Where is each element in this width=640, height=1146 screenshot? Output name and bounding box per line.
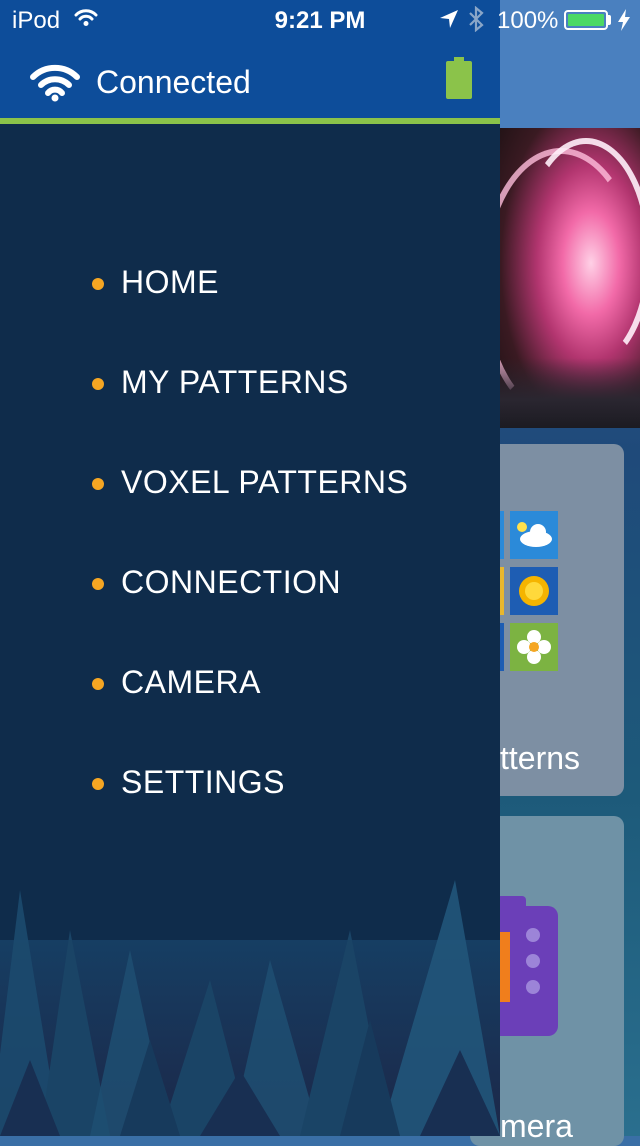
location-arrow-icon [440,10,458,28]
menu-item-label: SETTINGS [121,764,286,800]
charging-bolt-icon [618,9,630,31]
bluetooth-icon [469,6,484,32]
battery-percent: 100% [497,7,559,34]
connection-status: Connected [96,64,251,100]
menu-item-label: CAMERA [121,664,261,700]
bullet-icon [92,678,104,690]
bullet-icon [92,378,104,390]
flower-icon [510,623,558,671]
battery-icon [564,10,608,30]
device-battery-icon [446,57,472,99]
menu-item-settings[interactable]: SETTINGS [0,732,500,832]
bullet-icon [92,578,104,590]
menu-item-camera[interactable]: CAMERA [0,632,500,732]
patterns-card-label: tterns [500,740,581,776]
bullet-icon [92,778,104,790]
menu-item-home[interactable]: HOME [0,232,500,332]
wifi-icon [30,64,80,102]
camera-card-label: mera [500,1108,573,1144]
drawer-menu: HOME MY PATTERNS VOXEL PATTERNS CONNECTI… [0,232,500,832]
menu-item-label: VOXEL PATTERNS [121,464,409,500]
bullet-icon [92,478,104,490]
menu-item-connection[interactable]: CONNECTION [0,532,500,632]
sun-icon [510,567,558,615]
menu-item-my-patterns[interactable]: MY PATTERNS [0,332,500,432]
header-divider [0,118,500,124]
hero-photo [500,128,640,428]
navigation-drawer: Connected HOME MY PATTERNS VOXEL PATTERN… [0,0,500,1136]
bullet-icon [92,278,104,290]
forest-decoration [0,880,500,1136]
menu-item-label: HOME [121,264,219,300]
menu-item-label: CONNECTION [121,564,342,600]
menu-item-voxel-patterns[interactable]: VOXEL PATTERNS [0,432,500,532]
cloud-icon [510,511,558,559]
menu-item-label: MY PATTERNS [121,364,349,400]
status-bar: iPod 9:21 PM 100% [0,0,640,40]
